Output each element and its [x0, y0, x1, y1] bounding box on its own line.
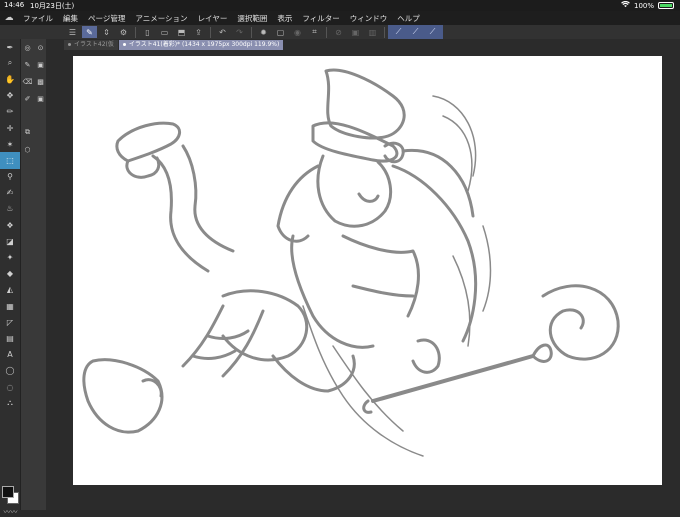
invert-selection-icon[interactable]: ▣ — [348, 26, 363, 38]
redo-icon[interactable]: ↷ — [232, 26, 247, 38]
snap-grid-icon[interactable]: ⟋ — [425, 26, 440, 38]
fill-bucket-icon[interactable]: ◆ — [0, 266, 20, 282]
menu-selection[interactable]: 選択範囲 — [232, 13, 272, 24]
snap-special-ruler-icon[interactable]: ⟋ — [408, 26, 423, 38]
menu-window[interactable]: ウィンドウ — [345, 13, 393, 24]
ruler-icon[interactable]: ▤ — [0, 330, 20, 346]
pen-mode-icon[interactable]: ✎ — [82, 26, 97, 38]
tab-document-42[interactable]: イラスト42(仮 — [64, 40, 118, 50]
subtool-blank-icon[interactable] — [21, 107, 34, 124]
crop-icon[interactable]: ▥ — [365, 26, 380, 38]
subtool-pen-icon[interactable]: ✎ — [21, 56, 34, 73]
menu-page[interactable]: ページ管理 — [83, 13, 130, 24]
battery-icon — [658, 2, 674, 9]
menu-view[interactable]: 表示 — [272, 13, 297, 24]
subtool-eraser-icon[interactable]: ⌫ — [21, 73, 34, 90]
status-date: 10月23日(土) — [30, 2, 75, 10]
hand-icon[interactable]: ✋ — [0, 71, 20, 87]
canvas-area[interactable] — [46, 50, 680, 510]
new-file-icon[interactable]: ▯ — [140, 26, 155, 38]
foreground-color-swatch[interactable] — [2, 486, 14, 498]
document-tabs: イラスト42(仮 イラスト41(着彩)* (1434 x 1975px 300d… — [64, 40, 680, 50]
decoration-icon[interactable]: ❖ — [0, 217, 20, 233]
menu-bar: ☁ ファイル 編集 ページ管理 アニメーション レイヤー 選択範囲 表示 フィル… — [0, 11, 680, 25]
sketch-artwork — [82, 68, 620, 457]
open-folder-icon[interactable]: ▭ — [157, 26, 172, 38]
stroke-preview[interactable]: 〰〰 — [2, 507, 19, 516]
fill-icon[interactable]: ◉ — [290, 26, 305, 38]
drawing-canvas[interactable] — [73, 56, 662, 485]
menu-file[interactable]: ファイル — [18, 13, 58, 24]
frame-icon[interactable]: ◸ — [0, 314, 20, 330]
wifi-icon — [621, 0, 630, 10]
gradient-icon[interactable]: ◭ — [0, 282, 20, 298]
balloon-icon[interactable]: ◯ — [0, 363, 20, 379]
menu-filter[interactable]: フィルター — [297, 13, 344, 24]
sparkle-icon[interactable]: ✶ — [0, 136, 20, 152]
battery-percent: 100% — [633, 1, 654, 10]
figure-icon[interactable]: ▦ — [0, 298, 20, 314]
brush-icon[interactable]: ✍ — [0, 185, 20, 201]
menu-layer[interactable]: レイヤー — [193, 13, 233, 24]
settings-sun-icon[interactable]: ✹ — [256, 26, 271, 38]
tab-dot-icon — [68, 43, 71, 46]
status-bar: 14:46 10月23日(土) 100% — [0, 0, 680, 11]
command-bar: ☰ ✎ ⇕ ⚙ ▯ ▭ ⬒ ⇪ ↶ ↷ ✹ ▢ ◉ ⌗ ⊘ ▣ ▥ ⟋ ⟋ ⟋ — [0, 25, 680, 39]
pen-tool-icon[interactable]: ✒ — [0, 39, 20, 55]
transform-icon[interactable]: ⌗ — [307, 26, 322, 38]
subtool-marker-icon[interactable]: ✐ — [21, 90, 34, 107]
tab-dot-icon — [122, 43, 126, 46]
correct-line-icon[interactable]: ⛬ — [0, 395, 20, 411]
subtool-panel: ◎ ✎ ⌫ ✐ ⧉ ⬡ ⊙ ▣ ▩ ▣ — [20, 39, 46, 510]
eyedropper-icon[interactable]: ⚲ — [0, 169, 20, 185]
undo-icon[interactable]: ↶ — [215, 26, 230, 38]
text-icon[interactable]: A — [0, 347, 20, 363]
speech-bubble-icon[interactable]: ◌ — [0, 379, 20, 395]
auto-select-icon[interactable]: ⬚ — [0, 152, 20, 169]
pencil-icon[interactable]: ✏ — [0, 104, 20, 120]
hamburger-menu-icon[interactable]: ☰ — [65, 26, 80, 38]
clear-icon[interactable]: ▢ — [273, 26, 288, 38]
zoom-icon[interactable]: ⌕ — [0, 55, 20, 71]
operation-icon[interactable]: ✛ — [0, 120, 20, 136]
tool-palette: ✒ ⌕ ✋ ✥ ✏ ✛ ✶ ⬚ ⚲ ✍ ♨ ❖ ◪ ✦ ◆ ◭ ▦ ◸ ▤ A … — [0, 39, 20, 516]
subtool-g-icon[interactable]: ◎ — [21, 39, 34, 56]
menu-animation[interactable]: アニメーション — [130, 13, 192, 24]
ruler-group: ⟋ ⟋ ⟋ — [388, 25, 443, 39]
eraser-icon[interactable]: ◪ — [0, 233, 20, 249]
color-swatch[interactable] — [2, 486, 19, 504]
move-icon[interactable]: ✥ — [0, 88, 20, 104]
subtool-layers-icon[interactable]: ⬡ — [21, 141, 34, 158]
menu-help[interactable]: ヘルプ — [392, 13, 425, 24]
menu-edit[interactable]: 編集 — [58, 13, 83, 24]
snap-ruler-icon[interactable]: ⟋ — [391, 26, 406, 38]
blend-icon[interactable]: ✦ — [0, 249, 20, 265]
deselect-icon[interactable]: ⊘ — [331, 26, 346, 38]
subtool-layer-icon[interactable]: ⧉ — [21, 124, 34, 141]
status-right: 100% — [621, 0, 674, 10]
app-logo-icon[interactable]: ☁ — [0, 13, 18, 23]
export-icon[interactable]: ⇪ — [191, 26, 206, 38]
tab-document-41[interactable]: イラスト41(着彩)* (1434 x 1975px 300dpi 119.9%… — [118, 40, 284, 50]
chevron-updown-icon[interactable]: ⇕ — [99, 26, 114, 38]
save-icon[interactable]: ⬒ — [174, 26, 189, 38]
status-time: 14:46 — [4, 1, 25, 9]
airbrush-icon[interactable]: ♨ — [0, 201, 20, 217]
gear-icon[interactable]: ⚙ — [116, 26, 131, 38]
